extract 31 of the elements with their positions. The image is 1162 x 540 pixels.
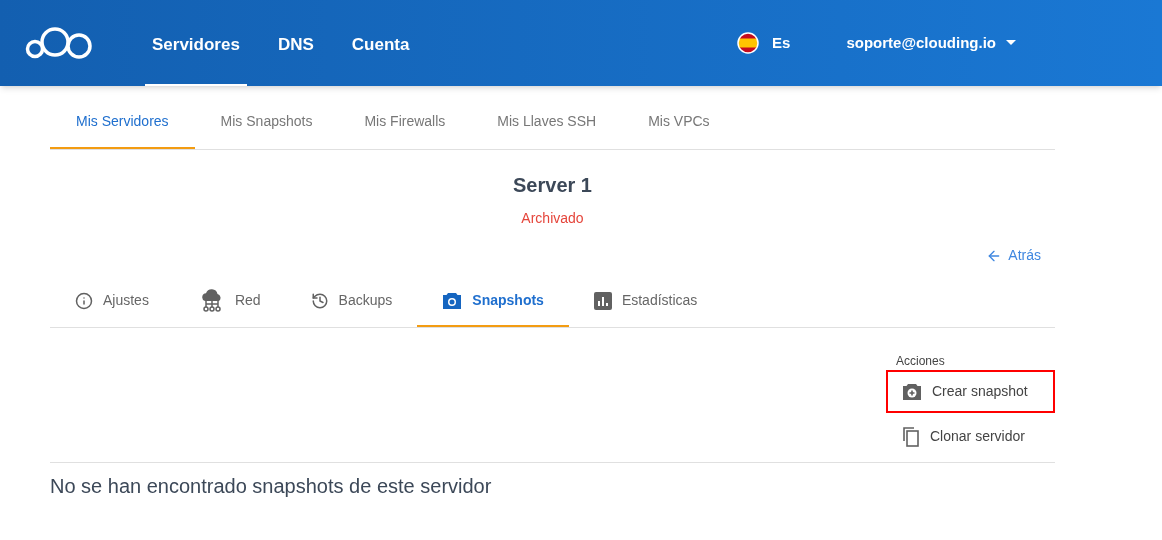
account-menu[interactable]: soporte@clouding.io bbox=[846, 31, 1016, 55]
copy-icon bbox=[902, 426, 920, 447]
subnav-tab[interactable]: Mis Snapshots bbox=[194, 86, 339, 149]
camera-icon bbox=[442, 291, 463, 310]
tab[interactable]: Estadísticas bbox=[568, 276, 723, 327]
language-label[interactable]: Es bbox=[772, 31, 791, 55]
tab[interactable]: Ajustes bbox=[50, 276, 174, 327]
nav-link[interactable]: Cuenta bbox=[344, 0, 417, 86]
nav-link[interactable]: Servidores bbox=[145, 0, 247, 86]
tab[interactable]: Backups bbox=[285, 276, 418, 327]
server-name: Server 1 bbox=[512, 173, 593, 198]
subnav-tab[interactable]: Mis VPCs bbox=[622, 86, 736, 149]
action-button[interactable]: Clonar servidor bbox=[886, 415, 1055, 458]
actions-title: Acciones bbox=[896, 353, 946, 370]
nav-link[interactable]: DNS bbox=[270, 0, 321, 86]
tab[interactable]: Snapshots bbox=[417, 276, 569, 327]
bar-chart-icon bbox=[593, 291, 612, 310]
subnav-tab[interactable]: Mis Llaves SSH bbox=[471, 86, 623, 149]
history-icon bbox=[310, 291, 329, 310]
back-link[interactable]: Atrás bbox=[986, 245, 1041, 266]
caret-icon bbox=[1006, 40, 1016, 46]
subnav-tab[interactable]: Mis Firewalls bbox=[338, 86, 472, 149]
server-status: Archivado bbox=[520, 209, 585, 228]
info-icon bbox=[75, 291, 93, 310]
action-button[interactable]: Crear snapshot bbox=[886, 370, 1055, 413]
cloud-logo bbox=[25, 26, 93, 60]
empty-message: No se han encontrado snapshots de este servidor bbox=[50, 474, 493, 499]
camera-add-icon bbox=[902, 382, 922, 401]
flag-icon bbox=[737, 32, 759, 54]
subnav-tab[interactable]: Mis Servidores bbox=[50, 86, 195, 149]
tab[interactable]: Red bbox=[173, 276, 286, 327]
